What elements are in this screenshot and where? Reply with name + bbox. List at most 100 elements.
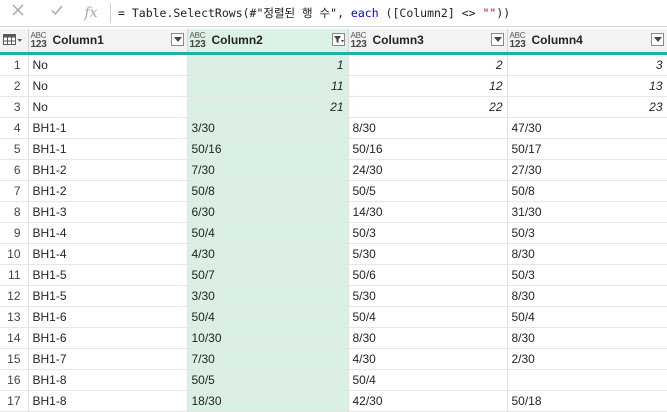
row-number[interactable]: 5 [0,138,29,160]
cell-column1[interactable]: BH1-6 [28,306,188,328]
cell-column1[interactable]: BH1-6 [28,327,188,349]
cell-column1[interactable]: No [28,53,188,76]
row-number[interactable]: 11 [0,264,29,286]
row-number[interactable]: 6 [0,159,29,181]
cell-column4[interactable]: 8/30 [507,285,667,307]
cell-column2[interactable]: 7/30 [187,348,349,370]
cell-column3[interactable]: 50/4 [348,369,508,391]
any-type-icon[interactable]: ABC 123 [31,31,51,50]
cell-column3[interactable]: 50/3 [348,222,508,244]
cell-column3[interactable]: 42/30 [348,390,508,412]
cell-column4[interactable]: 8/30 [507,243,667,265]
table-menu-button[interactable] [0,29,29,55]
cell-column4[interactable]: 3 [507,53,667,76]
row-number[interactable]: 13 [0,306,29,328]
row-number[interactable]: 15 [0,348,29,370]
cell-column4[interactable]: 2/30 [507,348,667,370]
cell-column1[interactable]: BH1-8 [28,369,188,391]
cell-column1[interactable]: BH1-5 [28,264,188,286]
cell-column4[interactable]: 23 [507,96,667,118]
cell-column2[interactable]: 50/5 [187,369,349,391]
cell-column4[interactable]: 50/3 [507,222,667,244]
cell-column1[interactable]: BH1-2 [28,159,188,181]
formula-input[interactable]: = Table.SelectRows(#"정렬된 행 수", each ([Co… [118,0,510,26]
cell-column4[interactable]: 50/4 [507,306,667,328]
row-number[interactable]: 17 [0,390,29,412]
cell-column4[interactable]: 50/17 [507,138,667,160]
cell-column3[interactable]: 50/16 [348,138,508,160]
cell-column3[interactable]: 8/30 [348,117,508,139]
cell-column3[interactable]: 14/30 [348,201,508,223]
dropdown-arrow-icon[interactable] [490,33,504,46]
cell-column1[interactable]: BH1-3 [28,201,188,223]
row-number[interactable]: 12 [0,285,29,307]
row-number[interactable]: 8 [0,201,29,223]
cell-column4[interactable]: 47/30 [507,117,667,139]
cell-column3[interactable]: 2 [348,53,508,76]
cell-column2[interactable]: 18/30 [187,390,349,412]
cell-column2[interactable]: 3/30 [187,285,349,307]
cell-column3[interactable]: 4/30 [348,348,508,370]
any-type-icon[interactable]: ABC 123 [351,31,371,50]
row-number[interactable]: 14 [0,327,29,349]
cell-column1[interactable]: BH1-7 [28,348,188,370]
cell-column4[interactable]: 31/30 [507,201,667,223]
column-header-1[interactable]: ABC 123 Column1 [28,29,188,55]
cell-column1[interactable]: BH1-4 [28,243,188,265]
cell-column3[interactable]: 12 [348,75,508,97]
row-number[interactable]: 9 [0,222,29,244]
cell-column3[interactable]: 5/30 [348,243,508,265]
cell-column3[interactable]: 50/5 [348,180,508,202]
row-number[interactable]: 3 [0,96,29,118]
cell-column2[interactable]: 11 [187,75,349,97]
cell-column4[interactable]: 27/30 [507,159,667,181]
cell-column4[interactable]: 13 [507,75,667,97]
cell-column4[interactable]: 8/30 [507,327,667,349]
cell-column3[interactable]: 8/30 [348,327,508,349]
fx-icon[interactable]: fx [80,0,102,26]
dropdown-arrow-icon[interactable] [650,33,664,46]
cell-column1[interactable]: BH1-2 [28,180,188,202]
cell-column2[interactable]: 4/30 [187,243,349,265]
cell-column1[interactable]: BH1-1 [28,117,188,139]
cell-column3[interactable]: 50/6 [348,264,508,286]
cell-column2[interactable]: 50/4 [187,306,349,328]
any-type-icon[interactable]: ABC 123 [190,31,210,50]
column-header-2[interactable]: ABC 123 Column2 [187,29,349,55]
cell-column1[interactable]: BH1-4 [28,222,188,244]
row-number[interactable]: 2 [0,75,29,97]
cell-column1[interactable]: BH1-8 [28,390,188,412]
cell-column3[interactable]: 5/30 [348,285,508,307]
row-number[interactable]: 16 [0,369,29,391]
cell-column1[interactable]: BH1-5 [28,285,188,307]
cell-column2[interactable]: 1 [187,53,349,76]
cell-column2[interactable]: 21 [187,96,349,118]
cell-column2[interactable]: 7/30 [187,159,349,181]
cell-column4[interactable]: 50/3 [507,264,667,286]
cell-column3[interactable]: 50/4 [348,306,508,328]
cell-column1[interactable]: No [28,96,188,118]
cell-column4[interactable]: 50/18 [507,390,667,412]
cell-column4[interactable]: 50/8 [507,180,667,202]
cell-column1[interactable]: No [28,75,188,97]
cell-column1[interactable]: BH1-1 [28,138,188,160]
cell-column2[interactable]: 50/8 [187,180,349,202]
any-type-icon[interactable]: ABC 123 [510,31,530,50]
cell-column2[interactable]: 50/4 [187,222,349,244]
cell-column2[interactable]: 50/7 [187,264,349,286]
row-number[interactable]: 4 [0,117,29,139]
dropdown-arrow-icon[interactable] [170,33,184,46]
cell-column3[interactable]: 24/30 [348,159,508,181]
filter-icon[interactable] [331,33,345,46]
cell-column2[interactable]: 3/30 [187,117,349,139]
cell-column4[interactable] [507,369,667,391]
column-header-3[interactable]: ABC 123 Column3 [348,29,508,55]
cell-column2[interactable]: 10/30 [187,327,349,349]
cell-column2[interactable]: 6/30 [187,201,349,223]
row-number[interactable]: 10 [0,243,29,265]
column-header-4[interactable]: ABC 123 Column4 [507,29,667,55]
row-number[interactable]: 1 [0,53,29,76]
cancel-x-icon[interactable] [8,0,28,26]
cell-column3[interactable]: 22 [348,96,508,118]
check-icon[interactable] [47,0,67,26]
